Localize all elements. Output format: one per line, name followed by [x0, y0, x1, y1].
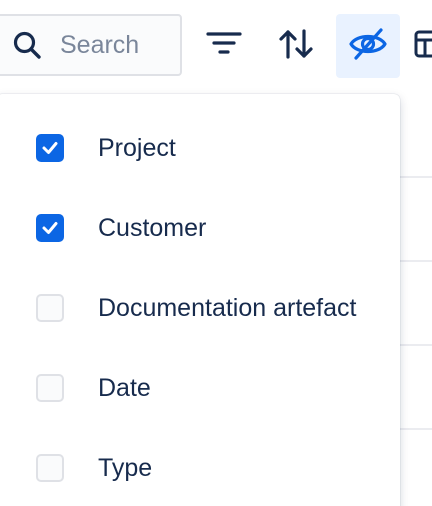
app-stage: Project Customer Documentation artefact … — [0, 0, 432, 506]
view-icon — [414, 29, 432, 64]
field-option-type[interactable]: Type — [0, 438, 400, 498]
checkbox-unchecked[interactable] — [36, 454, 64, 482]
filter-button[interactable] — [192, 14, 256, 78]
checkbox-unchecked[interactable] — [36, 374, 64, 402]
search-icon — [12, 30, 42, 60]
hide-fields-button[interactable] — [336, 14, 400, 78]
checkbox-checked[interactable] — [36, 214, 64, 242]
field-option-date[interactable]: Date — [0, 358, 400, 418]
view-options-button[interactable] — [408, 14, 432, 78]
field-option-label: Date — [98, 374, 151, 402]
checkbox-checked[interactable] — [36, 134, 64, 162]
checkbox-unchecked[interactable] — [36, 294, 64, 322]
search-field[interactable] — [0, 14, 182, 76]
field-option-label: Documentation artefact — [98, 294, 357, 322]
field-option-customer[interactable]: Customer — [0, 198, 400, 258]
field-option-label: Type — [98, 454, 153, 482]
toolbar — [0, 0, 432, 92]
sort-button[interactable] — [264, 14, 328, 78]
field-option-documentation-artefact[interactable]: Documentation artefact — [0, 278, 400, 338]
filter-icon — [206, 30, 242, 63]
field-option-project[interactable]: Project — [0, 118, 400, 178]
fields-dropdown: Project Customer Documentation artefact … — [0, 94, 400, 506]
field-option-label: Project — [98, 134, 176, 162]
eye-hidden-icon — [348, 27, 388, 66]
sort-arrows-icon — [278, 28, 314, 65]
search-input[interactable] — [60, 28, 172, 62]
field-option-label: Customer — [98, 214, 207, 242]
